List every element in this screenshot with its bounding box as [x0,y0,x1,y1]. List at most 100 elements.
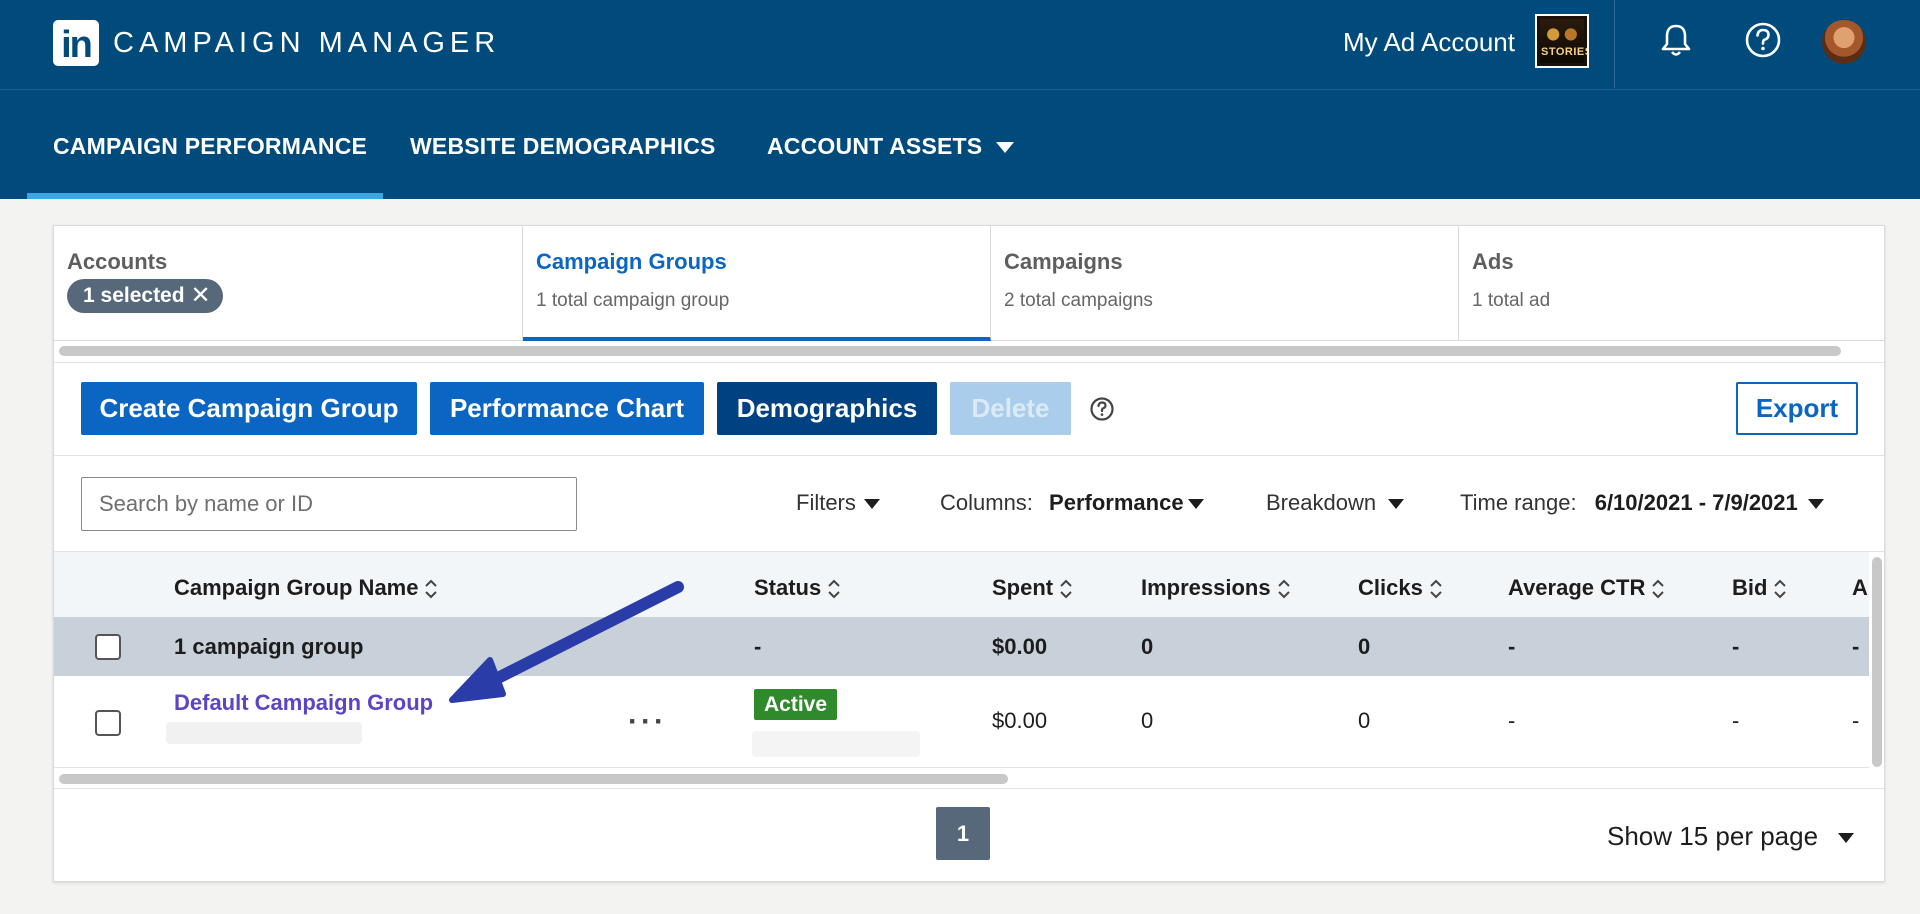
column-header-name[interactable]: Campaign Group Name [174,574,438,602]
summary-row: 1 campaign group - $0.00 0 0 - - - [54,617,1869,676]
chevron-down-icon [1187,499,1204,510]
sort-icon [1774,579,1787,599]
chevron-down-icon [863,499,880,510]
campaign-group-link[interactable]: Default Campaign Group [174,689,433,717]
account-thumbnail-text: STORIES [1541,46,1589,58]
sort-icon [425,579,438,599]
nav-active-indicator [27,193,383,199]
table-row: Default Campaign Group ··· Active $0.00 … [54,676,1869,768]
top-header: in CAMPAIGN MANAGER My Ad Account STORIE… [0,0,1920,90]
campaign-groups-panel: Accounts 1 selected ✕ Campaign Groups 1 … [53,225,1885,882]
help-icon[interactable] [1089,396,1115,422]
columns-label: Columns: [940,490,1033,515]
tab-ads-title: Ads [1472,249,1514,274]
summary-name: 1 campaign group [174,634,364,659]
performance-chart-button[interactable]: Performance Chart [430,382,704,435]
selected-accounts-label: 1 selected [83,284,185,307]
nav-account-assets-label: ACCOUNT ASSETS [767,133,983,159]
column-header-label: Clicks [1358,575,1423,600]
summary-status: - [754,634,762,659]
table-header: Campaign Group Name Status Spent Impress… [54,552,1869,617]
column-header-label: Average CTR [1508,575,1646,600]
column-header-average-ctr[interactable]: Average CTR [1508,574,1665,602]
columns-dropdown[interactable]: Columns: Performance [940,489,1204,517]
header-divider [1614,0,1615,88]
avatar[interactable] [1822,20,1866,64]
time-range-label: Time range: [1460,490,1577,515]
tab-ads[interactable]: Ads 1 total ad [1459,226,1884,341]
row-clicks: 0 [1358,708,1371,733]
nav-website-demographics[interactable]: WEBSITE DEMOGRAPHICS [410,132,716,160]
nav-account-assets[interactable]: ACCOUNT ASSETS [767,132,1015,160]
row-ctr: - [1508,708,1516,733]
search-input[interactable] [81,477,577,531]
breakdown-dropdown[interactable]: Breakdown [1266,489,1405,517]
tab-ads-count: 1 total ad [1472,290,1551,311]
tab-accounts-title: Accounts [67,249,168,274]
column-header-label: Impressions [1141,575,1271,600]
sort-icon [828,579,840,599]
tab-campaigns-count: 2 total campaigns [1004,290,1153,311]
column-header-label: Campaign Group Name [174,575,419,600]
sort-icon [1060,579,1072,599]
redacted-id [166,722,362,744]
row-checkbox[interactable] [95,710,121,736]
bell-icon[interactable] [1656,20,1696,60]
tab-accounts[interactable]: Accounts 1 selected ✕ [54,226,523,341]
summary-spent: $0.00 [992,634,1048,659]
page-button-1[interactable]: 1 [936,807,990,860]
column-header-truncated[interactable]: A [1852,574,1869,602]
breakdown-label: Breakdown [1266,490,1377,515]
column-header-status[interactable]: Status [754,574,841,602]
summary-clicks: 0 [1358,634,1371,659]
tab-campaign-groups[interactable]: Campaign Groups 1 total campaign group [523,226,991,341]
more-options-icon[interactable]: ··· [628,707,667,737]
column-header-clicks[interactable]: Clicks [1358,574,1443,602]
summary-extra: - [1852,634,1860,659]
select-all-checkbox[interactable] [95,634,121,660]
sort-icon [1652,579,1665,599]
selected-accounts-pill[interactable]: 1 selected ✕ [67,279,223,313]
sort-icon [1430,579,1442,599]
main-nav: CAMPAIGN PERFORMANCE WEBSITE DEMOGRAPHIC… [0,90,1920,199]
table-vertical-scrollbar[interactable] [1872,557,1882,767]
row-extra: - [1852,708,1860,733]
summary-bid: - [1732,634,1740,659]
column-header-bid[interactable]: Bid [1732,574,1787,602]
tab-campaigns[interactable]: Campaigns 2 total campaigns [991,226,1459,341]
export-button[interactable]: Export [1736,382,1858,435]
per-page-dropdown[interactable]: Show 15 per page [1607,820,1855,852]
close-icon[interactable]: ✕ [190,279,210,313]
row-impressions: 0 [1141,708,1154,733]
time-range-dropdown[interactable]: Time range: 6/10/2021 - 7/9/2021 [1460,489,1824,517]
linkedin-logo[interactable]: in [53,20,99,66]
chevron-down-icon [1807,499,1824,510]
demographics-button[interactable]: Demographics [717,382,937,435]
divider [54,455,1884,456]
filters-dropdown[interactable]: Filters [796,489,880,517]
app-title: CAMPAIGN MANAGER [113,27,501,59]
account-name[interactable]: My Ad Account [1343,25,1515,59]
divider [54,788,1884,789]
nav-campaign-performance[interactable]: CAMPAIGN PERFORMANCE [53,132,367,160]
column-header-label: Spent [992,575,1054,600]
entity-tabs: Accounts 1 selected ✕ Campaign Groups 1 … [54,226,1884,341]
column-header-label: Status [754,575,822,600]
column-header-impressions[interactable]: Impressions [1141,574,1291,602]
summary-impressions: 0 [1141,634,1154,659]
columns-value: Performance [1049,490,1184,515]
tab-campaign-groups-count: 1 total campaign group [536,290,730,311]
per-page-label: Show 15 per page [1607,821,1819,851]
time-range-value: 6/10/2021 - 7/9/2021 [1594,490,1798,515]
tab-campaign-groups-title: Campaign Groups [536,249,727,274]
delete-button[interactable]: Delete [950,382,1071,435]
help-icon[interactable] [1743,20,1783,60]
create-campaign-group-button[interactable]: Create Campaign Group [81,382,417,435]
tab-campaigns-title: Campaigns [1004,249,1123,274]
account-thumbnail[interactable]: STORIES [1535,14,1589,68]
tabs-horizontal-scrollbar[interactable] [59,346,1841,356]
sort-icon [1277,579,1290,599]
column-header-spent[interactable]: Spent [992,574,1073,602]
summary-ctr: - [1508,634,1516,659]
table-horizontal-scrollbar[interactable] [59,774,1008,784]
